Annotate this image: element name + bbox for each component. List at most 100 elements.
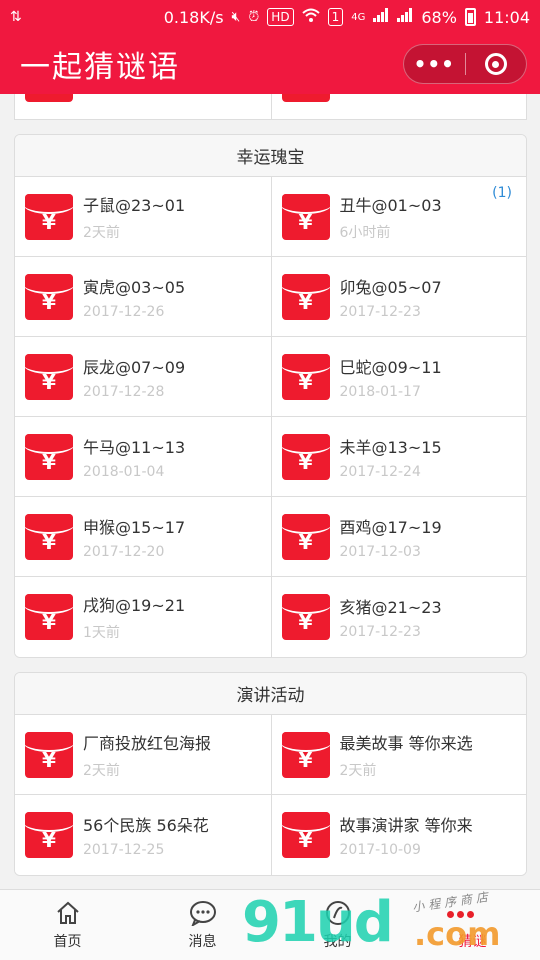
list-item[interactable]: ¥ 申猴@15~17 2017-12-20 [15,497,271,577]
profile-icon [323,898,353,928]
red-envelope-icon: ¥ [25,812,73,858]
yen-symbol: ¥ [42,828,56,852]
list-item[interactable]: ¥ 子鼠@23~01 2天前 [15,177,271,257]
list-item[interactable]: ¥ 巳蛇@09~11 2018-01-17 [270,337,526,417]
item-time: 2天前 [339,762,377,779]
more-button[interactable]: ••• [404,54,465,74]
item-time: 2017-12-20 [83,543,165,560]
item-time: 2017-12-03 [339,543,421,560]
item-title: 申猴@15~17 [83,517,186,537]
list-item[interactable]: ¥ 戌狗@19~21 1天前 [15,577,271,657]
item-time: 2017-10-09 [339,842,421,858]
section-lucky-treasure: 幸运瑰宝 ¥ 子鼠@23~01 2天前 ¥ 丑牛@01~03 6小时前 (1) ¥ 寅虎@03~… [14,134,527,658]
item-text: 巳蛇@09~11 2018-01-17 [340,354,442,400]
red-envelope-icon: ¥ [25,273,73,320]
yen-symbol: ¥ [42,610,56,634]
list-item-partial[interactable] [15,94,271,119]
status-bar: ⇅ 0.18K/s 🔇︎ ⏰︎ HD 1 4G 68% 11:04 [0,0,540,34]
list-item[interactable]: ¥ 寅虎@03~05 2017-12-26 [15,257,271,337]
content-area[interactable]: 幸运瑰宝 ¥ 子鼠@23~01 2天前 ¥ 丑牛@01~03 6小时前 (1) ¥ 寅虎@03~… [0,94,540,889]
riddle-icon [458,898,488,928]
mute-icon: 🔇︎ [231,9,241,25]
item-time: 2017-12-23 [339,303,421,320]
tab-label: 猜谜 [458,934,487,950]
item-time: 2017-12-24 [339,463,421,480]
list-item[interactable]: ¥ 厂商投放红包海报 2天前 [15,715,271,795]
tab-home[interactable]: 首页 [0,890,135,960]
red-envelope-icon: ¥ [281,594,330,640]
item-title: 56个民族 56朵花 [83,816,209,835]
home-icon [53,898,83,928]
chat-icon [188,898,218,928]
red-envelope-icon: ¥ [25,353,73,400]
list-item[interactable]: ¥ 午马@11~13 2018-01-04 [15,417,271,497]
red-envelope-icon: ¥ [281,731,330,778]
item-text: 丑牛@01~03 6小时前 [340,192,442,242]
tab-messages[interactable]: 消息 [135,890,270,960]
yen-symbol: ¥ [42,369,56,394]
item-text: 午马@11~13 2018-01-04 [83,434,185,480]
wifi-icon [301,8,320,26]
red-envelope-icon: ¥ [25,594,73,640]
list-item-partial[interactable] [270,94,527,119]
red-envelope-icon: ¥ [281,433,330,480]
yen-symbol: ¥ [42,289,56,314]
network-type: 4G [351,11,366,23]
red-envelope-icon: ¥ [281,273,330,320]
section-header: 演讲活动 [15,673,526,715]
yen-symbol: ¥ [42,449,56,474]
item-time: 6小时前 [339,224,391,241]
tab-mine[interactable]: 我的 [270,890,405,960]
tab-riddle[interactable]: 猜谜 [405,890,540,960]
list-item[interactable]: ¥ 酉鸡@17~19 2017-12-03 [270,497,526,577]
list-item[interactable]: ¥56个民族 56朵花 2017-12-25 [15,795,271,875]
network-speed: 0.18K/s [163,7,224,27]
red-envelope-icon [281,94,330,102]
section-grid: ¥ 子鼠@23~01 2天前 ¥ 丑牛@01~03 6小时前 (1) ¥ 寅虎@03~05 201… [15,177,526,657]
yen-symbol: ¥ [298,747,313,772]
item-text: 子鼠@23~01 2天前 [83,192,185,242]
red-envelope-icon: ¥ [25,193,73,240]
red-envelope-icon: ¥ [281,353,330,400]
list-item[interactable]: ¥ 丑牛@01~03 6小时前 (1) [270,177,526,257]
mini-program-capsule: ••• [403,44,527,84]
red-envelope-icon: ¥ [25,433,73,480]
item-text: 辰龙@07~09 2017-12-28 [83,354,185,400]
item-time: 2天前 [83,224,120,241]
item-text: 寅虎@03~05 2017-12-26 [83,274,185,320]
tab-label: 我的 [323,934,352,950]
item-time: 2天前 [83,762,120,779]
item-text: 亥猪@21~23 2017-12-23 [340,594,442,640]
list-item[interactable]: ¥ 卯兔@05~07 2017-12-23 [270,257,526,337]
yen-symbol: ¥ [298,209,313,234]
list-item[interactable]: ¥ 亥猪@21~23 2017-12-23 [270,577,526,657]
list-item[interactable]: ¥ 辰龙@07~09 2017-12-28 [15,337,271,417]
close-icon [484,53,507,75]
red-envelope-icon: ¥ [281,812,330,858]
yen-symbol: ¥ [298,529,313,554]
section-grid: ¥ 厂商投放红包海报 2天前 ¥ 最美故事 等你来选 2天前 ¥56个民族 56朵花 2017… [15,715,526,875]
item-title: 卯兔@05~07 [339,277,442,297]
item-title: 巳蛇@09~11 [339,357,442,377]
item-time: 2017-12-25 [83,842,165,858]
item-time: 2017-12-26 [83,303,165,320]
clock: 11:04 [483,7,530,27]
yen-symbol: ¥ [298,828,313,852]
yen-symbol: ¥ [298,449,313,474]
item-time: 1天前 [83,625,120,641]
item-text: 厂商投放红包海报 2天前 [83,730,211,780]
red-envelope-icon: ¥ [281,193,330,240]
battery-icon [464,8,476,26]
close-button[interactable] [465,53,526,75]
item-text: 故事演讲家 等你来 2017-10-09 [340,812,473,858]
red-envelope-icon: ¥ [281,513,330,560]
item-text: 未羊@13~15 2017-12-24 [340,434,442,480]
yen-symbol: ¥ [298,369,313,394]
list-item[interactable]: ¥ 最美故事 等你来选 2天前 [270,715,526,795]
yen-symbol: ¥ [298,610,313,634]
item-title: 酉鸡@17~19 [339,517,442,537]
item-time: 2017-12-23 [339,624,421,640]
red-envelope-icon: ¥ [25,513,73,560]
list-item[interactable]: ¥ 未羊@13~15 2017-12-24 [270,417,526,497]
list-item[interactable]: ¥ 故事演讲家 等你来 2017-10-09 [270,795,526,875]
